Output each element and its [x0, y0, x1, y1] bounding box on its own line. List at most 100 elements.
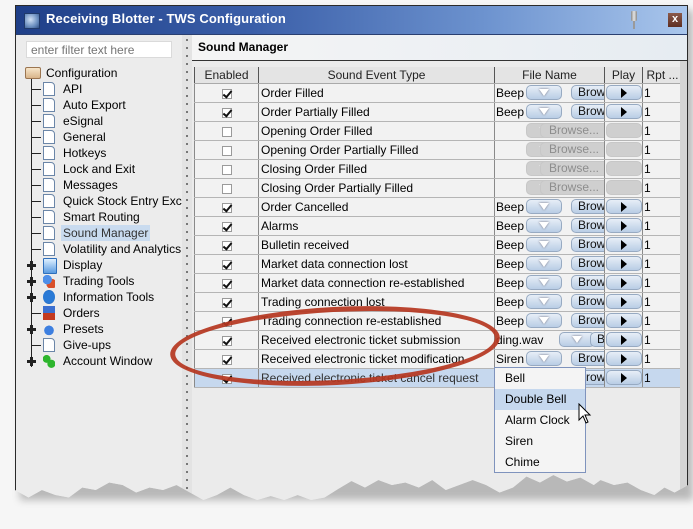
play-button[interactable] — [606, 199, 642, 214]
repeat-cell[interactable]: 1 — [642, 368, 683, 388]
repeat-cell[interactable]: 1 — [642, 292, 683, 312]
expand-icon[interactable] — [27, 293, 36, 302]
dropdown-option-siren[interactable]: Siren — [495, 431, 585, 452]
title-bar[interactable]: Receiving Blotter - TWS Configuration x — [16, 6, 687, 35]
expand-icon[interactable] — [27, 277, 36, 286]
sound-dropdown-button[interactable] — [526, 275, 562, 290]
browse-button[interactable]: Browse... — [540, 142, 604, 157]
sound-dropdown-button[interactable] — [526, 218, 562, 233]
enabled-checkbox[interactable] — [221, 107, 232, 118]
table-row[interactable]: Opening Order Partially Filled Browse... 1 — [194, 140, 683, 160]
enabled-checkbox[interactable] — [221, 183, 232, 194]
browse-button[interactable]: Brow — [571, 351, 604, 366]
dropdown-option-alarm-clock[interactable]: Alarm Clock — [495, 410, 585, 431]
table-row[interactable]: Received electronic ticket modification S… — [194, 349, 683, 369]
repeat-cell[interactable]: 1 — [642, 349, 683, 369]
sound-dropdown-button[interactable] — [526, 256, 562, 271]
browse-button[interactable]: Brow — [571, 275, 604, 290]
play-button[interactable] — [606, 256, 642, 271]
expand-icon[interactable] — [27, 357, 36, 366]
play-button[interactable] — [606, 351, 642, 366]
enabled-checkbox[interactable] — [221, 221, 232, 232]
repeat-cell[interactable]: 1 — [642, 121, 683, 141]
repeat-cell[interactable]: 1 — [642, 159, 683, 179]
table-row[interactable]: Alarms Beep Brow 1 — [194, 216, 683, 236]
play-button[interactable] — [606, 142, 642, 157]
table-row[interactable]: Trading connection re-established Beep Bro… — [194, 311, 683, 331]
play-button[interactable] — [606, 275, 642, 290]
expand-icon[interactable] — [27, 325, 36, 334]
browse-button[interactable]: Browse... — [540, 180, 604, 195]
repeat-cell[interactable]: 1 — [642, 83, 683, 103]
column-header-play[interactable]: Play — [604, 67, 643, 84]
pin-icon[interactable] — [630, 11, 638, 29]
enabled-checkbox[interactable] — [221, 259, 232, 270]
play-button[interactable] — [606, 313, 642, 328]
repeat-cell[interactable]: 1 — [642, 102, 683, 122]
splitter-handle[interactable] — [182, 35, 192, 500]
browse-button[interactable]: Brow — [571, 199, 604, 214]
enabled-checkbox[interactable] — [221, 297, 232, 308]
column-header-file-name[interactable]: File Name — [494, 67, 605, 84]
table-row[interactable]: Order Partially Filled Beep Brow 1 — [194, 102, 683, 122]
vertical-scrollbar[interactable] — [680, 61, 687, 500]
enabled-checkbox[interactable] — [221, 354, 232, 365]
repeat-cell[interactable]: 1 — [642, 216, 683, 236]
repeat-cell[interactable]: 1 — [642, 140, 683, 160]
browse-button[interactable]: Brow — [571, 294, 604, 309]
browse-button[interactable]: Brow — [571, 218, 604, 233]
repeat-cell[interactable]: 1 — [642, 330, 683, 350]
table-row[interactable]: Closing Order Partially Filled Browse... 1 — [194, 178, 683, 198]
table-row[interactable]: Market data connection lost Beep Brow 1 — [194, 254, 683, 274]
enabled-checkbox[interactable] — [221, 278, 232, 289]
enabled-checkbox[interactable] — [221, 335, 232, 346]
play-button[interactable] — [606, 237, 642, 252]
enabled-checkbox[interactable] — [221, 373, 232, 384]
table-row[interactable]: Order Cancelled Beep Brow 1 — [194, 197, 683, 217]
dropdown-option-bell[interactable]: Bell — [495, 368, 585, 389]
sound-dropdown-button[interactable] — [526, 199, 562, 214]
table-row[interactable]: Received electronic ticket submission din… — [194, 330, 683, 350]
repeat-cell[interactable]: 1 — [642, 197, 683, 217]
browse-button[interactable]: Brow — [571, 313, 604, 328]
sound-dropdown-button[interactable] — [526, 294, 562, 309]
column-header-repeat[interactable]: Rpt ... — [642, 67, 683, 84]
browse-button[interactable]: Brow — [571, 237, 604, 252]
enabled-checkbox[interactable] — [221, 88, 232, 99]
table-row[interactable]: Market data connection re-established Bee… — [194, 273, 683, 293]
play-button[interactable] — [606, 161, 642, 176]
column-header-sound-event-type[interactable]: Sound Event Type — [258, 67, 495, 84]
sound-dropdown-button[interactable] — [526, 104, 562, 119]
enabled-checkbox[interactable] — [221, 164, 232, 175]
play-button[interactable] — [606, 104, 642, 119]
enabled-checkbox[interactable] — [221, 145, 232, 156]
expand-icon[interactable] — [27, 261, 36, 270]
repeat-cell[interactable]: 1 — [642, 311, 683, 331]
browse-button[interactable]: Browse... — [540, 161, 604, 176]
table-row[interactable]: Opening Order Filled Browse... 1 — [194, 121, 683, 141]
sound-dropdown-button[interactable] — [526, 313, 562, 328]
table-row[interactable]: Order Filled Beep Brow 1 — [194, 83, 683, 103]
sound-dropdown-button[interactable] — [526, 237, 562, 252]
sound-dropdown-button[interactable] — [526, 351, 562, 366]
dropdown-option-chime[interactable]: Chime — [495, 452, 585, 473]
repeat-cell[interactable]: 1 — [642, 178, 683, 198]
play-button[interactable] — [606, 332, 642, 347]
table-row[interactable]: Received electronic ticket cancel reques… — [194, 368, 683, 388]
enabled-checkbox[interactable] — [221, 202, 232, 213]
browse-button[interactable]: Browse... — [540, 123, 604, 138]
play-button[interactable] — [606, 370, 642, 385]
play-button[interactable] — [606, 218, 642, 233]
enabled-checkbox[interactable] — [221, 316, 232, 327]
play-button[interactable] — [606, 123, 642, 138]
column-header-enabled[interactable]: Enabled — [194, 67, 259, 84]
filter-input[interactable] — [26, 41, 172, 58]
browse-button[interactable]: Brow — [571, 104, 604, 119]
enabled-checkbox[interactable] — [221, 240, 232, 251]
table-row[interactable]: Bulletin received Beep Brow 1 — [194, 235, 683, 255]
browse-button[interactable]: Brow — [571, 85, 604, 100]
repeat-cell[interactable]: 1 — [642, 273, 683, 293]
play-button[interactable] — [606, 294, 642, 309]
play-button[interactable] — [606, 85, 642, 100]
repeat-cell[interactable]: 1 — [642, 235, 683, 255]
